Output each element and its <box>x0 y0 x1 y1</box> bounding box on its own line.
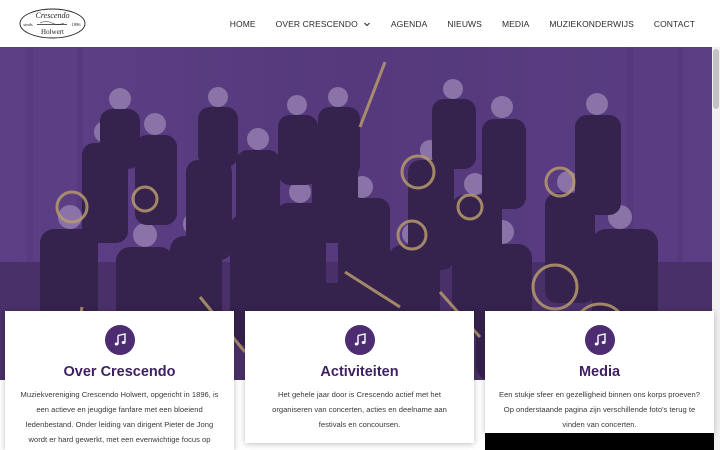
nav-label: CONTACT <box>653 18 695 29</box>
nav-item-agenda[interactable]: AGENDA <box>391 19 428 29</box>
card-icon-circle <box>344 325 375 355</box>
nav-label: NIEUWS <box>447 18 482 29</box>
nav-item-nieuws[interactable]: NIEUWS <box>447 19 482 29</box>
nav-label: MEDIA <box>501 18 530 29</box>
card-activiteiten: Activiteiten Het gehele jaar door is Cre… <box>245 311 474 443</box>
chevron-down-icon <box>363 22 370 26</box>
main-nav: HOME OVER CRESCENDO AGENDA NIEUWS MEDIA … <box>210 0 695 47</box>
nav-item-home[interactable]: HOME <box>230 19 256 29</box>
logo-text-sinds: sinds <box>23 22 33 27</box>
logo-text-town: Holwert <box>41 28 64 36</box>
nav-label: AGENDA <box>390 18 428 29</box>
card-text: Een stukje sfeer en gezelligheid binnen … <box>499 390 700 429</box>
logo-text-year: 1896 <box>72 22 82 27</box>
nav-label: MUZIEKONDERWIJS <box>549 18 634 29</box>
nav-label: HOME <box>229 18 256 29</box>
logo-text-name: Crescendo <box>36 11 70 20</box>
nav-item-over-crescendo[interactable]: OVER CRESCENDO <box>276 19 371 29</box>
nav-label: OVER CRESCENDO <box>275 18 358 29</box>
scrollbar-thumb[interactable] <box>713 49 719 109</box>
music-note-icon <box>114 333 126 346</box>
card-title: Media <box>578 364 621 380</box>
nav-item-contact[interactable]: CONTACT <box>654 19 695 29</box>
nav-item-media[interactable]: MEDIA <box>502 19 529 29</box>
media-video-embed[interactable] <box>485 433 714 450</box>
card-media: Media Een stukje sfeer en gezelligheid b… <box>485 311 714 433</box>
card-title: Over Crescendo <box>63 364 176 380</box>
music-note-icon <box>594 333 606 346</box>
card-icon-circle <box>104 325 135 355</box>
site-header: Crescendo sinds 1896 Holwert HOME OVER C… <box>0 0 720 47</box>
card-title: Activiteiten <box>320 364 399 380</box>
crescendo-logo[interactable]: Crescendo sinds 1896 Holwert <box>19 8 86 39</box>
nav-item-muziekonderwijs[interactable]: MUZIEKONDERWIJS <box>549 19 633 29</box>
card-text: Het gehele jaar door is Crescendo actief… <box>272 390 447 429</box>
card-icon-circle <box>584 325 615 355</box>
card-text: Muziekvereniging Crescendo Holwert, opge… <box>20 390 219 444</box>
card-over-crescendo: Over Crescendo Muziekvereniging Crescend… <box>5 311 234 450</box>
music-note-icon <box>354 333 366 346</box>
